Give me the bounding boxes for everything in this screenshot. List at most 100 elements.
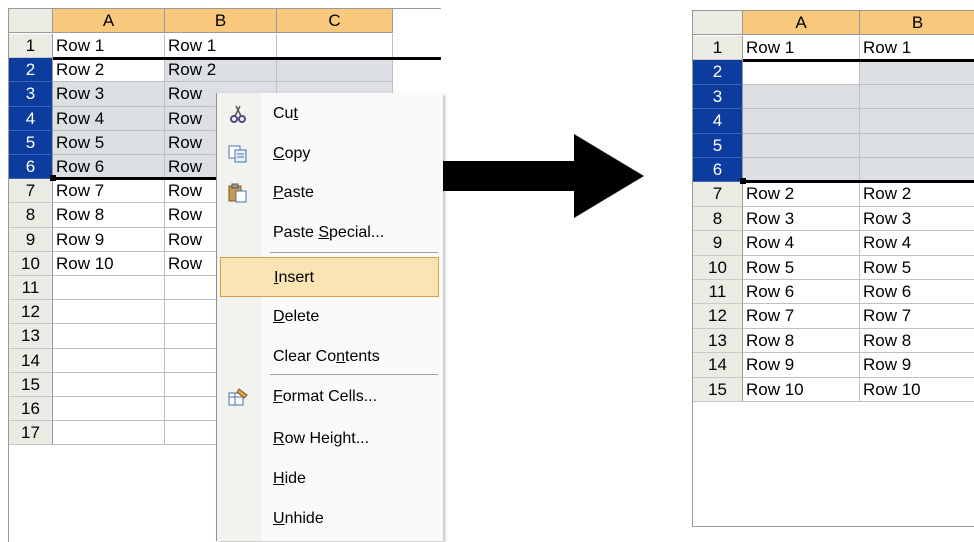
row-header-7[interactable]: 7 <box>9 179 53 204</box>
row-header-11[interactable]: 11 <box>9 276 53 301</box>
row-header-1[interactable]: 1 <box>693 36 743 61</box>
row-header-2[interactable]: 2 <box>693 60 743 85</box>
cell-a8[interactable]: Row 8 <box>53 203 165 228</box>
cell-b11[interactable]: Row 6 <box>860 280 974 305</box>
row-header-13[interactable]: 13 <box>9 324 53 349</box>
cell-a11[interactable] <box>53 276 165 301</box>
menu-item-paste-special[interactable]: Paste Special... <box>217 213 441 253</box>
column-header-c[interactable]: C <box>277 9 393 33</box>
row-header-10[interactable]: 10 <box>693 255 743 280</box>
cell-b5[interactable] <box>860 133 974 158</box>
cell-c1[interactable] <box>277 34 393 59</box>
cell-a3[interactable] <box>743 84 860 110</box>
row-header-13[interactable]: 13 <box>693 328 743 354</box>
row-header-15[interactable]: 15 <box>9 372 53 397</box>
cell-a16[interactable] <box>53 397 165 422</box>
row-header-14[interactable]: 14 <box>9 348 53 373</box>
row-header-12[interactable]: 12 <box>693 304 743 329</box>
menu-item-clear-contents[interactable]: Clear Contents <box>217 337 441 377</box>
cell-a2[interactable]: Row 2 <box>53 58 165 83</box>
row-header-4[interactable]: 4 <box>9 106 53 131</box>
row-header-5[interactable]: 5 <box>693 133 743 158</box>
cell-b1[interactable]: Row 1 <box>860 36 974 61</box>
menu-item-unhide[interactable]: Unhide <box>217 499 441 539</box>
cell-b4[interactable] <box>860 109 974 134</box>
row-header-11[interactable]: 11 <box>693 280 743 305</box>
cell-a15[interactable]: Row 10 <box>743 377 860 402</box>
row-header-6[interactable]: 6 <box>9 155 53 180</box>
cell-a17[interactable] <box>53 421 165 446</box>
cell-a7[interactable]: Row 2 <box>743 182 860 207</box>
menu-item-format-cells[interactable]: Format Cells... <box>217 377 441 417</box>
menu-item-cut[interactable]: Cut <box>217 94 441 134</box>
row-header-8[interactable]: 8 <box>693 206 743 232</box>
cell-a4[interactable]: Row 4 <box>53 106 165 131</box>
menu-item-paste[interactable]: Paste <box>217 173 441 213</box>
cell-a1[interactable]: Row 1 <box>53 34 165 59</box>
row-header-2[interactable]: 2 <box>9 58 53 83</box>
cell-a8[interactable]: Row 3 <box>743 206 860 232</box>
menu-item-delete[interactable]: Delete <box>217 297 441 337</box>
cell-b3[interactable] <box>860 84 974 110</box>
row-header-6[interactable]: 6 <box>693 158 743 183</box>
column-header-a[interactable]: A <box>53 9 165 33</box>
cell-a9[interactable]: Row 9 <box>53 227 165 252</box>
cell-b8[interactable]: Row 3 <box>860 206 974 232</box>
cell-a2[interactable] <box>743 60 860 85</box>
cell-b13[interactable]: Row 8 <box>860 328 974 354</box>
cell-a5[interactable]: Row 5 <box>53 130 165 155</box>
row-header-5[interactable]: 5 <box>9 130 53 155</box>
row-header-17[interactable]: 17 <box>9 421 53 446</box>
cell-a11[interactable]: Row 6 <box>743 280 860 305</box>
cell-a13[interactable]: Row 8 <box>743 328 860 354</box>
cell-a9[interactable]: Row 4 <box>743 231 860 256</box>
column-header-b[interactable]: B <box>860 11 974 35</box>
row-header-3[interactable]: 3 <box>693 84 743 110</box>
cell-b1[interactable]: Row 1 <box>165 34 277 59</box>
cell-b6[interactable] <box>860 158 974 183</box>
column-header-b[interactable]: B <box>165 9 277 33</box>
cell-b7[interactable]: Row 2 <box>860 182 974 207</box>
row-header-4[interactable]: 4 <box>693 109 743 134</box>
cell-b9[interactable]: Row 4 <box>860 231 974 256</box>
cell-a1[interactable]: Row 1 <box>743 36 860 61</box>
menu-item-row-height[interactable]: Row Height... <box>217 419 441 459</box>
cell-b2[interactable]: Row 2 <box>165 58 277 83</box>
row-header-9[interactable]: 9 <box>693 231 743 256</box>
cell-a14[interactable] <box>53 348 165 373</box>
cell-a5[interactable] <box>743 133 860 158</box>
row-header-10[interactable]: 10 <box>9 251 53 276</box>
select-all-corner[interactable] <box>693 11 743 35</box>
row-header-14[interactable]: 14 <box>693 353 743 378</box>
cell-b10[interactable]: Row 5 <box>860 255 974 280</box>
row-header-12[interactable]: 12 <box>9 300 53 325</box>
row-header-15[interactable]: 15 <box>693 377 743 402</box>
fill-handle[interactable] <box>740 178 746 185</box>
cell-b12[interactable]: Row 7 <box>860 304 974 329</box>
cell-a13[interactable] <box>53 324 165 349</box>
cell-a3[interactable]: Row 3 <box>53 82 165 107</box>
row-header-3[interactable]: 3 <box>9 82 53 107</box>
cell-a14[interactable]: Row 9 <box>743 353 860 378</box>
cell-c2[interactable] <box>277 58 393 83</box>
cell-a15[interactable] <box>53 372 165 397</box>
select-all-corner[interactable] <box>9 9 53 33</box>
menu-item-insert[interactable]: Insert <box>220 257 439 297</box>
cell-b15[interactable]: Row 10 <box>860 377 974 402</box>
menu-item-copy[interactable]: Copy <box>217 134 441 174</box>
row-header-16[interactable]: 16 <box>9 397 53 422</box>
cell-a7[interactable]: Row 7 <box>53 179 165 204</box>
row-header-8[interactable]: 8 <box>9 203 53 228</box>
cell-a10[interactable]: Row 5 <box>743 255 860 280</box>
fill-handle[interactable] <box>50 175 56 182</box>
column-header-a[interactable]: A <box>743 11 860 35</box>
cell-a6[interactable] <box>743 158 860 183</box>
cell-b14[interactable]: Row 9 <box>860 353 974 378</box>
cell-a12[interactable] <box>53 300 165 325</box>
row-header-9[interactable]: 9 <box>9 227 53 252</box>
cell-a10[interactable]: Row 10 <box>53 251 165 276</box>
cell-a6[interactable]: Row 6 <box>53 155 165 180</box>
cell-a4[interactable] <box>743 109 860 134</box>
cell-b2[interactable] <box>860 60 974 85</box>
menu-item-hide[interactable]: Hide <box>217 459 441 499</box>
